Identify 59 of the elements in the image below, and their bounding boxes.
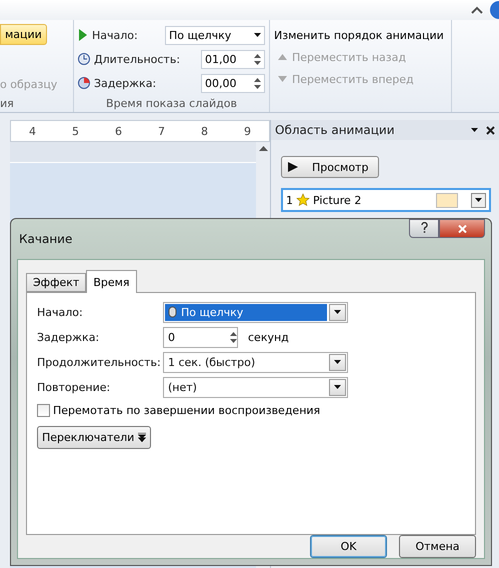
dropdown-arrow-icon	[471, 128, 478, 132]
group-label: ия	[0, 97, 15, 112]
mouse-icon	[168, 306, 177, 318]
field-label: Начало:	[37, 306, 84, 318]
timing-label: Длительность:	[94, 52, 180, 66]
down-triangle-icon	[278, 76, 287, 82]
checkbox-label: Перемотать по завершении воспроизведения	[53, 404, 320, 416]
clock-icon	[78, 53, 90, 65]
spin-arrows-icon[interactable]	[230, 330, 237, 344]
tab[interactable]: Эффект	[26, 273, 86, 292]
time-spin-field[interactable]: 01,00	[201, 50, 265, 68]
animation-item[interactable]: 1 Picture 2	[281, 188, 491, 212]
field-label: Задержка:	[37, 330, 100, 344]
dropdown-arrow-icon	[334, 385, 341, 389]
dialog-title: Качание	[18, 232, 72, 246]
checkbox[interactable]	[37, 404, 50, 416]
pane-title: Область анимации	[275, 123, 395, 137]
delay-spin-field[interactable]: 0	[163, 326, 238, 348]
timing-label: Начало:	[92, 28, 138, 42]
up-triangle-icon	[278, 54, 287, 60]
star-icon	[296, 193, 310, 207]
time-spin-field[interactable]: 00,00	[201, 74, 265, 92]
clock-icon	[78, 77, 90, 89]
cancel-button[interactable]: Отмена	[399, 535, 476, 558]
spin-arrows-icon[interactable]	[254, 52, 261, 66]
dropdown-arrow-icon	[254, 33, 261, 37]
dropdown-arrow-icon	[334, 360, 341, 364]
tab[interactable]: Время	[86, 270, 137, 293]
ok-button[interactable]: OK	[310, 535, 387, 558]
double-chevron-icon	[138, 433, 146, 442]
animation-button[interactable]: мации	[0, 24, 47, 45]
reorder-title: Изменить порядок анимации	[274, 28, 445, 44]
dropdown-field[interactable]: По щелчку	[163, 302, 348, 322]
play-icon	[288, 162, 298, 172]
help-icon	[420, 222, 428, 232]
field-label: Повторение:	[37, 380, 112, 394]
play-icon	[78, 29, 88, 41]
field-label: Продолжительность:	[37, 356, 162, 368]
preview-button[interactable]: Просмотр	[281, 156, 379, 178]
animation-painter-label: о образцу	[0, 78, 58, 93]
dropdown-field[interactable]: 1 сек. (быстро)	[163, 352, 348, 372]
close-button[interactable]	[439, 219, 485, 238]
ruler: 4 5 6 7 8 9	[10, 120, 270, 142]
triggers-button[interactable]: Переключатели	[37, 426, 152, 449]
help-button[interactable]	[409, 219, 439, 238]
close-icon[interactable]	[486, 126, 495, 134]
start-select[interactable]: По щелчку	[165, 26, 265, 44]
scroll-up-icon[interactable]	[258, 146, 268, 151]
collapse-ribbon-icon[interactable]	[471, 6, 483, 14]
dropdown-field[interactable]: (нет)	[163, 376, 348, 398]
spin-arrows-icon[interactable]	[254, 76, 261, 90]
dropdown-button[interactable]	[471, 192, 486, 208]
dropdown-arrow-icon	[334, 310, 341, 314]
help-icon[interactable]	[489, 1, 499, 19]
timing-label: Задержка:	[94, 76, 156, 90]
group-label: Время показа слайдов	[105, 97, 238, 112]
unit-label: секунд	[248, 330, 289, 344]
dropdown-arrow-icon	[475, 198, 482, 202]
close-icon	[458, 224, 466, 232]
